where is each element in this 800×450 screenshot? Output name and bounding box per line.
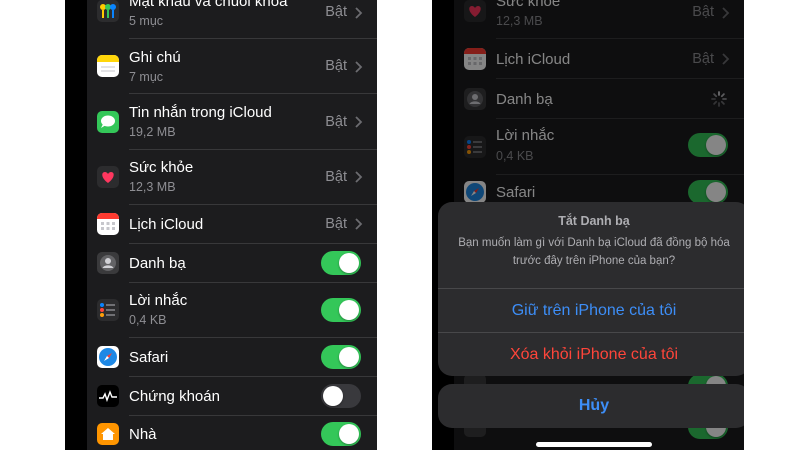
item-subtitle: 5 mục bbox=[129, 14, 164, 28]
item-title: Mật khẩu và chuỗi khóa bbox=[129, 0, 288, 10]
toggle-knob bbox=[323, 386, 343, 406]
heart-icon bbox=[97, 166, 119, 188]
notes-icon bbox=[97, 55, 119, 77]
safari-toggle[interactable] bbox=[321, 345, 361, 369]
reminders-icon bbox=[97, 299, 119, 321]
toggle-knob bbox=[339, 253, 359, 273]
item-title: Danh bạ bbox=[129, 255, 186, 272]
item-title: Nhà bbox=[129, 426, 157, 443]
item-subtitle: 12,3 MB bbox=[129, 180, 176, 194]
list-item-stocks[interactable]: Chứng khoán bbox=[87, 377, 377, 416]
item-subtitle: 7 mục bbox=[129, 70, 164, 84]
item-status: Bật bbox=[325, 114, 347, 130]
chevron-right-icon bbox=[355, 218, 363, 230]
item-subtitle: 0,4 KB bbox=[129, 313, 167, 327]
list-item-calendar[interactable]: Lịch iCloud Bật bbox=[87, 205, 377, 244]
icloud-apps-list: Mật khẩu và chuỗi khóa 5 mục Bật Ghi chú… bbox=[87, 0, 377, 450]
home-indicator[interactable] bbox=[536, 442, 652, 447]
list-item-reminders[interactable]: Lời nhắc 0,4 KB bbox=[87, 283, 377, 338]
item-title: Lời nhắc bbox=[129, 292, 188, 309]
keep-on-iphone-button[interactable]: Giữ trên iPhone của tôi bbox=[438, 289, 744, 333]
messages-icon bbox=[97, 111, 119, 133]
home-toggle[interactable] bbox=[321, 422, 361, 446]
list-item-safari[interactable]: Safari bbox=[87, 338, 377, 377]
toggle-knob bbox=[339, 347, 359, 367]
chevron-right-icon bbox=[355, 116, 363, 128]
right-phone-screen: Sức khỏe 12,3 MB Bật Lịch iCloud Bật Dan… bbox=[432, 0, 744, 450]
chevron-right-icon bbox=[355, 61, 363, 73]
chevron-right-icon bbox=[355, 171, 363, 183]
list-item-health[interactable]: Sức khỏe 12,3 MB Bật bbox=[87, 150, 377, 205]
contacts-icon bbox=[97, 252, 119, 274]
stocks-icon bbox=[97, 385, 119, 407]
action-sheet-message: Bạn muốn làm gì với Danh bạ iCloud đã đồ… bbox=[458, 237, 730, 267]
contacts-toggle[interactable] bbox=[321, 251, 361, 275]
item-status: Bật bbox=[325, 169, 347, 185]
toggle-knob bbox=[339, 300, 359, 320]
reminders-toggle[interactable] bbox=[321, 298, 361, 322]
list-item-notes[interactable]: Ghi chú 7 mục Bật bbox=[87, 39, 377, 94]
item-status: Bật bbox=[325, 58, 347, 74]
list-item-messages[interactable]: Tin nhắn trong iCloud 19,2 MB Bật bbox=[87, 94, 377, 150]
list-item-passwords[interactable]: Mật khẩu và chuỗi khóa 5 mục Bật bbox=[87, 0, 377, 39]
action-sheet: Tắt Danh bạ Bạn muốn làm gì với Danh bạ … bbox=[438, 202, 744, 376]
item-status: Bật bbox=[325, 4, 347, 20]
house-icon bbox=[97, 423, 119, 445]
stocks-toggle[interactable] bbox=[321, 384, 361, 408]
item-title: Safari bbox=[129, 349, 169, 366]
item-subtitle: 19,2 MB bbox=[129, 125, 176, 139]
compass-icon bbox=[97, 346, 119, 368]
item-title: Lịch iCloud bbox=[129, 216, 204, 233]
chevron-right-icon bbox=[355, 7, 363, 19]
action-sheet-title: Tắt Danh bạ bbox=[558, 214, 630, 228]
left-phone-screen: Mật khẩu và chuỗi khóa 5 mục Bật Ghi chú… bbox=[65, 0, 377, 450]
item-status: Bật bbox=[325, 216, 347, 232]
list-item-home[interactable]: Nhà bbox=[87, 416, 377, 450]
item-title: Sức khỏe bbox=[129, 159, 194, 176]
calendar-icon bbox=[97, 213, 119, 235]
cancel-button[interactable]: Hủy bbox=[438, 384, 744, 428]
item-title: Chứng khoán bbox=[129, 388, 220, 405]
item-title: Ghi chú bbox=[129, 49, 181, 66]
item-title: Tin nhắn trong iCloud bbox=[129, 104, 272, 121]
delete-from-iphone-button[interactable]: Xóa khỏi iPhone của tôi bbox=[438, 333, 744, 376]
toggle-knob bbox=[339, 424, 359, 444]
list-item-contacts[interactable]: Danh bạ bbox=[87, 244, 377, 283]
key-icon bbox=[97, 0, 119, 22]
